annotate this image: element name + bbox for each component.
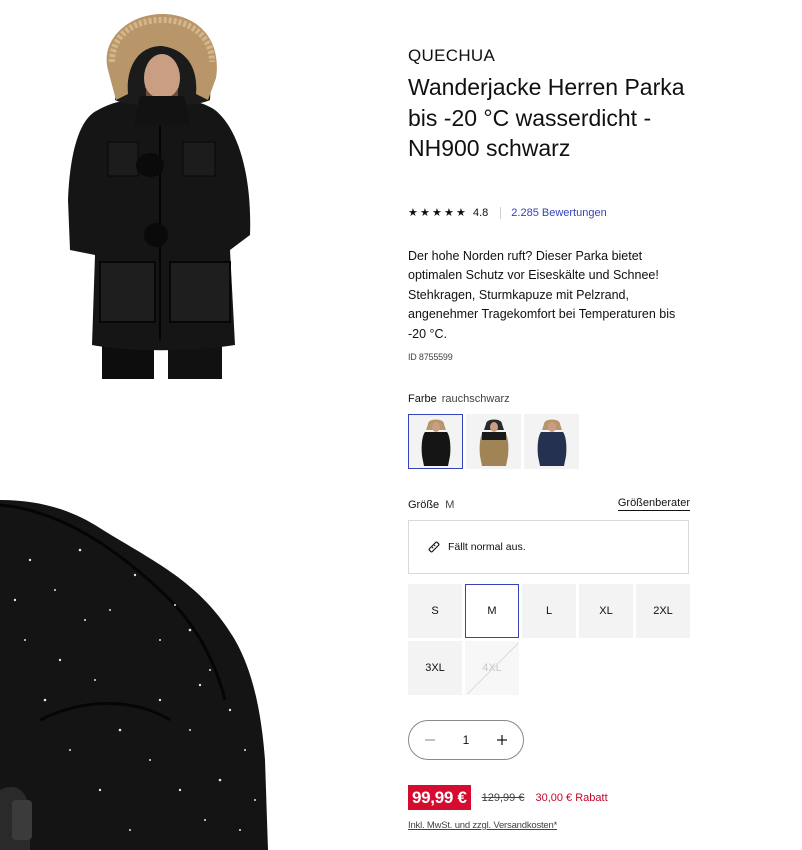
color-label-text: Farbe — [408, 393, 437, 405]
color-selected-value: rauchschwarz — [441, 393, 510, 405]
size-option-m[interactable]: M — [465, 584, 519, 638]
size-option-s[interactable]: S — [408, 584, 462, 638]
brand-name[interactable]: QUECHUA — [408, 46, 495, 66]
size-label: Größe M — [408, 499, 454, 511]
color-swatches — [408, 414, 579, 469]
product-image-detail[interactable] — [0, 400, 356, 850]
rating-row: ★ ★ ★ ★ ★ 4.8 2.285 Bewertungen — [408, 205, 607, 221]
size-option-2xl[interactable]: 2XL — [636, 584, 690, 638]
size-option-3xl[interactable]: 3XL — [408, 641, 462, 695]
fit-note-text: Fällt normal aus. — [448, 541, 526, 553]
current-price: 99,99 € — [408, 785, 471, 810]
rating-value: 4.8 — [473, 207, 489, 219]
divider — [500, 207, 502, 219]
star-icon: ★ — [432, 206, 442, 219]
price-row: 99,99 € 129,99 € 30,00 € Rabatt — [408, 785, 608, 810]
product-title: Wanderjacke Herren Parka bis -20 °C wass… — [408, 74, 685, 161]
reviews-link[interactable]: 2.285 Bewertungen — [511, 207, 606, 219]
size-option-xl[interactable]: XL — [579, 584, 633, 638]
product-id: ID 8755599 — [408, 352, 453, 362]
color-swatch-navy[interactable] — [524, 414, 579, 469]
size-guide-link[interactable]: Größenberater — [617, 497, 690, 511]
star-rating: ★ ★ ★ ★ ★ — [408, 206, 467, 219]
color-swatch-beige[interactable] — [466, 414, 521, 469]
color-label: Farbe rauchschwarz — [408, 393, 510, 405]
product-gallery — [0, 0, 356, 850]
plus-icon[interactable] — [495, 733, 509, 747]
tax-shipping-link[interactable]: Inkl. MwSt. und zzgl. Versandkosten* — [408, 820, 557, 831]
star-icon: ★ — [456, 206, 466, 219]
star-icon: ★ — [444, 206, 454, 219]
ruler-icon — [428, 541, 440, 553]
minus-icon[interactable] — [423, 733, 437, 747]
star-icon: ★ — [420, 206, 430, 219]
old-price: 129,99 € — [481, 791, 525, 804]
product-description: Der hohe Norden ruft? Dieser Parka biete… — [408, 249, 676, 341]
quantity-value[interactable]: 1 — [463, 733, 470, 747]
product-image-main[interactable] — [0, 0, 356, 379]
size-options: S M L XL 2XL 3XL 4XL — [408, 584, 690, 695]
size-selected-value: M — [445, 499, 455, 511]
star-icon: ★ — [408, 206, 418, 219]
color-swatch-black[interactable] — [408, 414, 463, 469]
quantity-stepper: 1 — [408, 720, 524, 760]
discount-label: 30,00 € Rabatt — [535, 791, 608, 804]
size-label-text: Größe — [408, 499, 440, 511]
size-option-4xl[interactable]: 4XL — [465, 641, 519, 695]
size-fit-info: Fällt normal aus. — [408, 520, 689, 574]
size-option-l[interactable]: L — [522, 584, 576, 638]
